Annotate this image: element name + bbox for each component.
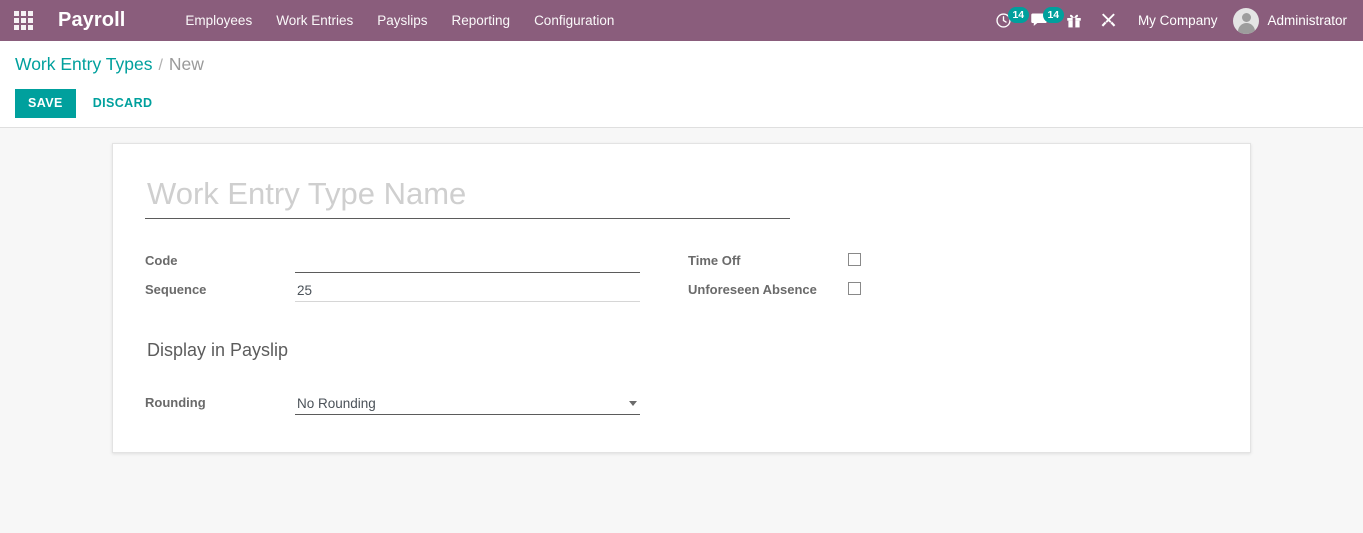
- form-view-background: Code Sequence Time Off: [0, 128, 1363, 533]
- gift-icon: [1067, 14, 1081, 28]
- label-code: Code: [145, 253, 178, 268]
- save-button[interactable]: SAVE: [15, 89, 76, 118]
- discard-button[interactable]: DISCARD: [80, 89, 166, 118]
- user-name-label: Administrator: [1267, 13, 1347, 28]
- main-menu: Employees Work Entries Payslips Reportin…: [173, 2, 626, 39]
- form-sheet: Code Sequence Time Off: [112, 143, 1251, 453]
- label-unforeseen-absence: Unforeseen Absence: [688, 282, 817, 297]
- time-off-checkbox[interactable]: [848, 253, 861, 267]
- form-action-buttons: SAVE DISCARD: [0, 75, 1363, 118]
- form-column-left: Code Sequence: [145, 244, 673, 302]
- gift-menu-button[interactable]: [1057, 0, 1091, 41]
- section-title-display-in-payslip: Display in Payslip: [147, 340, 289, 360]
- breadcrumb-item-work-entry-types[interactable]: Work Entry Types: [15, 54, 152, 75]
- menu-item-payslips[interactable]: Payslips: [365, 2, 439, 39]
- breadcrumb: Work Entry Types / New: [0, 54, 1363, 75]
- menu-item-reporting[interactable]: Reporting: [440, 2, 523, 39]
- company-switcher[interactable]: My Company: [1126, 13, 1230, 28]
- form-section-column-left: Rounding No Rounding: [145, 386, 673, 415]
- field-row-time-off: Time Off: [688, 244, 1073, 273]
- avatar: [1233, 7, 1260, 34]
- code-input[interactable]: [295, 254, 640, 273]
- rounding-select[interactable]: No Rounding: [295, 396, 640, 415]
- menu-item-configuration[interactable]: Configuration: [522, 2, 626, 39]
- control-panel: Work Entry Types / New SAVE DISCARD: [0, 41, 1363, 128]
- record-title-field: [145, 176, 790, 219]
- activity-menu-button[interactable]: 14: [986, 0, 1029, 41]
- label-time-off: Time Off: [688, 253, 741, 268]
- label-rounding: Rounding: [145, 395, 206, 410]
- field-row-sequence: Sequence: [145, 273, 673, 302]
- navbar-right-tools: 14 14 My Company Administrator: [986, 0, 1363, 41]
- messages-menu-button[interactable]: 14: [1021, 0, 1064, 41]
- form-columns: Code Sequence Time Off: [145, 244, 1218, 302]
- breadcrumb-item-current: New: [168, 54, 204, 74]
- tools-icon: [1101, 13, 1116, 27]
- field-row-rounding: Rounding No Rounding: [145, 386, 673, 415]
- form-section-fields: Rounding No Rounding: [145, 386, 1218, 415]
- top-navbar: Payroll Employees Work Entries Payslips …: [0, 0, 1363, 41]
- apps-menu-button[interactable]: [0, 0, 46, 41]
- app-brand-payroll[interactable]: Payroll: [46, 9, 139, 32]
- field-row-code: Code: [145, 244, 673, 273]
- label-sequence: Sequence: [145, 282, 207, 297]
- form-column-right: Time Off Unforeseen Absence: [673, 244, 1073, 302]
- user-menu[interactable]: Administrator: [1229, 7, 1353, 34]
- menu-item-employees[interactable]: Employees: [173, 2, 264, 39]
- breadcrumb-separator: /: [158, 57, 163, 74]
- developer-tools-button[interactable]: [1091, 0, 1126, 41]
- apps-grid-icon: [13, 11, 33, 30]
- rounding-selected-value: No Rounding: [297, 396, 376, 411]
- field-row-unforeseen-absence: Unforeseen Absence: [688, 273, 1073, 302]
- sequence-input[interactable]: [295, 283, 640, 302]
- unforeseen-absence-checkbox[interactable]: [848, 282, 861, 296]
- work-entry-type-name-input[interactable]: [145, 176, 790, 219]
- menu-item-work-entries[interactable]: Work Entries: [264, 2, 365, 39]
